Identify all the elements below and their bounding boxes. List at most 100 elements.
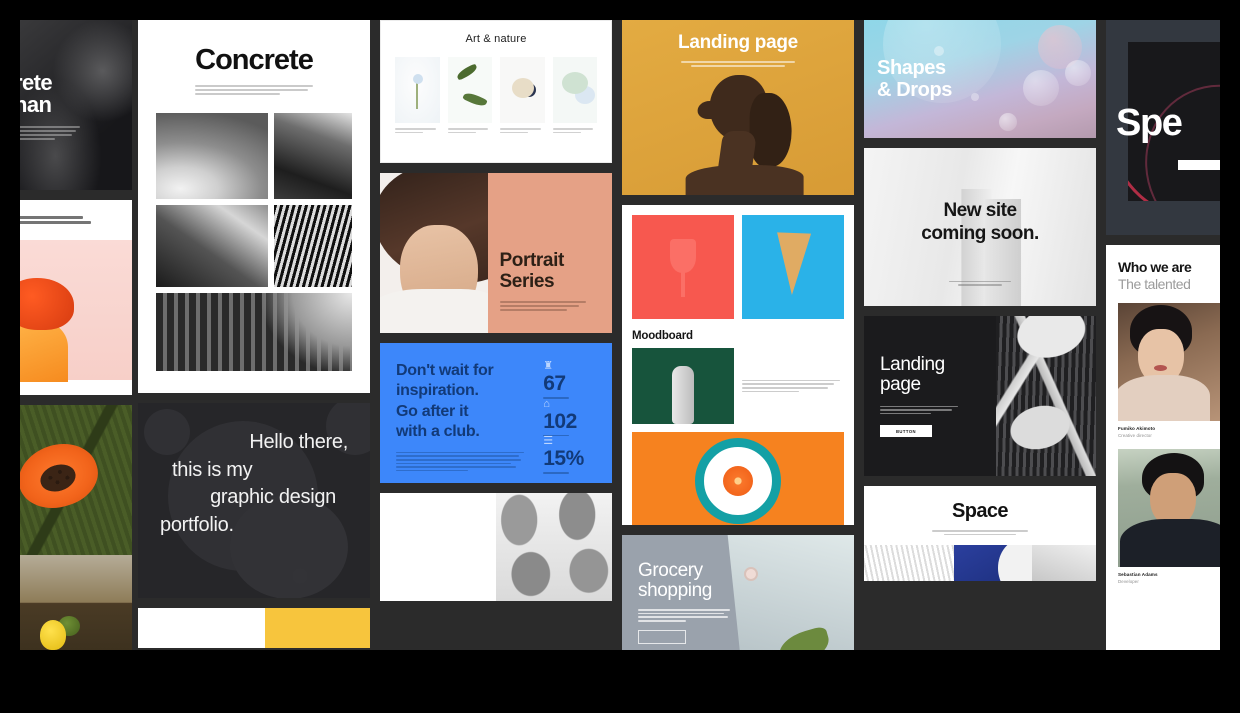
trophy-icon: ♜ [543, 360, 554, 372]
moodboard-grapefruit [723, 466, 753, 496]
gallery-column-1: rete nan [20, 20, 132, 650]
stat-item-1: ♜ 67 [543, 361, 596, 399]
card-dont-wait[interactable]: Don't wait for inspiration. Go after it … [380, 343, 612, 483]
grocery-cta-button[interactable] [638, 629, 686, 644]
concrete-subtext [195, 85, 313, 95]
card-moodboard[interactable]: Moodboard [622, 205, 854, 525]
card-yellow-band[interactable] [138, 608, 370, 648]
card-shapes-drops[interactable]: Shapes & Drops [864, 20, 1096, 138]
art-nature-item-3[interactable] [500, 57, 545, 133]
moodboard-body-text [742, 348, 844, 424]
space-heading: Space [952, 500, 1009, 522]
art-nature-item-1[interactable] [395, 57, 440, 133]
award-winning-photo [20, 240, 132, 382]
stat-item-2: ⌂ 102 [543, 397, 596, 436]
new-site-subtext [949, 280, 1011, 286]
dont-wait-line-2: inspiration. [396, 382, 479, 400]
team-member-1[interactable]: Fumiko Akimoto Creative director [1118, 303, 1220, 438]
card-space[interactable]: Space [864, 486, 1096, 581]
typography-white-panel [380, 493, 496, 601]
concrete-image-4 [274, 205, 352, 287]
art-nature-image-3 [500, 57, 545, 123]
portrait-heading-line-1: Portrait [499, 250, 565, 272]
card-concrete-human[interactable]: rete nan [20, 20, 132, 190]
landing-page-gold-subtext [681, 61, 795, 67]
team-member-2[interactable]: Sebastian Adams Developer [1118, 449, 1220, 584]
card-hello-there[interactable]: Hello there, this is my graphic design p… [138, 403, 370, 598]
card-art-nature[interactable]: Art & nature [380, 20, 612, 163]
landing-dark-text-panel: Landing page BUTTON [864, 316, 996, 476]
dont-wait-line-4: with a club. [396, 423, 480, 441]
card-grocery-shopping[interactable]: Grocery shopping [622, 535, 854, 650]
grocery-body-text [638, 609, 730, 622]
moodboard-swatch-orange [632, 432, 844, 525]
shapes-bubble-7 [970, 93, 979, 102]
stat-value-1: 67 [543, 372, 566, 395]
art-nature-thumbnail-row [395, 57, 597, 133]
landing-dark-button[interactable]: BUTTON [880, 425, 932, 438]
art-nature-item-4[interactable] [552, 57, 597, 133]
moodboard-row-1 [632, 215, 844, 319]
hello-line-1: Hello there, [249, 431, 348, 453]
grocery-heading-line-1: Grocery [638, 560, 703, 581]
card-landing-page-gold[interactable]: Landing page [622, 20, 854, 195]
speed-cta-button[interactable] [1178, 160, 1220, 170]
card-landing-page-dark[interactable]: Landing page BUTTON [864, 316, 1096, 476]
new-site-line-1: New site [943, 200, 1017, 221]
new-site-heading: New site coming soon. [864, 200, 1096, 246]
hello-bubble-5 [292, 568, 308, 584]
space-image-2 [954, 545, 1032, 581]
landing-dark-line-1: Landing [880, 353, 945, 375]
landing-dark-body-text [880, 405, 958, 415]
card-new-site[interactable]: New site coming soon. [864, 148, 1096, 306]
stat-label-2 [543, 434, 570, 436]
hello-line-2: this is my [172, 458, 253, 481]
portrait-photo [380, 173, 488, 333]
art-nature-heading: Art & nature [465, 33, 527, 45]
concrete-image-grid [156, 113, 352, 371]
gallery-column-3: Art & nature Portrait Series Don't wait … [380, 20, 612, 601]
shapes-bubble-4 [1065, 60, 1092, 87]
bell-icon: ⌂ [543, 397, 550, 410]
hello-line-3: graphic design [210, 486, 336, 509]
portrait-shirt [380, 289, 488, 333]
concrete-image-3 [156, 205, 269, 287]
shapes-heading-line-1: Shapes [877, 57, 946, 79]
landing-page-gold-heading: Landing page [678, 32, 798, 53]
team-member-1-name: Fumiko Akimoto [1118, 426, 1156, 431]
card-who-we-are[interactable]: Who we are The talented Fumiko Akimoto C… [1106, 245, 1220, 650]
team-member-2-role: Developer [1118, 579, 1139, 584]
dont-wait-body-text [396, 451, 524, 472]
concrete-image-2 [274, 113, 352, 199]
moodboard-row-2 [632, 348, 844, 424]
card-portrait-series[interactable]: Portrait Series [380, 173, 612, 333]
card-concrete[interactable]: Concrete [138, 20, 370, 393]
team-member-2-name: Sebastian Adams [1118, 572, 1158, 577]
moodboard-swatch-green [632, 348, 734, 424]
portrait-text-panel: Portrait Series [487, 173, 612, 333]
portrait-heading-line-2: Series [499, 270, 555, 292]
moodboard-heading: Moodboard [632, 330, 693, 342]
card-typography[interactable] [380, 493, 612, 601]
dont-wait-line-1: Don't wait for [396, 362, 494, 379]
screenshot-frame: rete nan Concrete [0, 0, 1240, 713]
card-speed[interactable]: Spe [1106, 20, 1220, 235]
space-image-strip [864, 545, 1096, 581]
stat-label-1 [543, 397, 570, 399]
team-member-2-photo [1118, 449, 1220, 567]
speed-heading: Spe [1116, 102, 1183, 144]
shapes-bubble-6 [933, 45, 944, 56]
stat-label-3 [543, 472, 570, 474]
art-nature-image-4 [552, 57, 597, 123]
art-nature-item-2[interactable] [447, 57, 492, 133]
shapes-heading-line-2: & Drops [877, 78, 952, 101]
shapes-bubble-5 [998, 112, 1017, 131]
card-papaya-stilllife[interactable] [20, 405, 132, 650]
space-image-3 [1031, 545, 1096, 581]
art-nature-image-2 [447, 57, 492, 123]
art-nature-image-1 [395, 57, 440, 123]
stat-value-3: 15% [543, 447, 584, 470]
landing-page-gold-silhouette [684, 75, 820, 195]
card-award-winning[interactable] [20, 200, 132, 395]
grocery-heading-line-2: shopping [638, 580, 712, 602]
